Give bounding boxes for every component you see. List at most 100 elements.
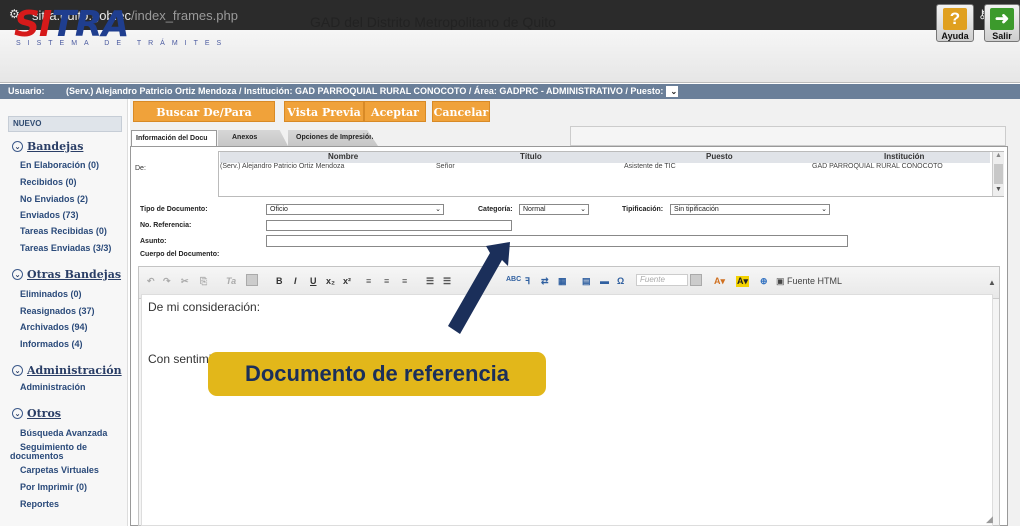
row-titulo: Señor — [436, 163, 455, 170]
format-select[interactable]: Ta — [226, 276, 236, 286]
source-icon: ▣ — [776, 276, 788, 286]
tab-anexos[interactable]: Anexos — [218, 130, 288, 146]
row-nombre: (Serv.) Alejandro Patricio Ortiz Mendoza — [220, 163, 345, 170]
align-left-icon[interactable]: ≡ — [366, 276, 371, 286]
bold-icon[interactable]: B — [276, 276, 283, 286]
section-bandejas[interactable]: ⌄ Bandejas — [12, 140, 83, 153]
categoria-select[interactable]: Normal ⌄ — [519, 204, 589, 215]
section-otros-title: Otros — [27, 407, 61, 420]
sidebar-item-no-enviados[interactable]: No Enviados (2) — [20, 194, 88, 204]
font-dropdown-icon[interactable] — [690, 274, 702, 286]
row-puesto: Asistente de TIC — [624, 163, 676, 170]
text-color-icon[interactable]: A▾ — [714, 276, 725, 287]
source-html-button[interactable]: ▣ Fuente HTML — [776, 276, 842, 287]
tipo-label: Tipo de Documento: — [140, 206, 208, 213]
scroll-up-icon[interactable]: ▲ — [995, 152, 1002, 159]
vista-previa-button[interactable]: Vista Previa — [284, 101, 364, 122]
buscar-de-para-button[interactable]: Buscar De/Para — [133, 101, 275, 122]
numbered-list-icon[interactable]: ☰ — [426, 276, 434, 287]
user-bar: Usuario: (Serv.) Alejandro Patricio Orti… — [0, 84, 1020, 99]
aceptar-button[interactable]: Aceptar — [364, 101, 426, 122]
sidebar-item-por-imprimir[interactable]: Por Imprimir (0) — [20, 482, 87, 492]
scroll-thumb[interactable] — [994, 164, 1003, 184]
sidebar-item-tareas-enviadas[interactable]: Tareas Enviadas (3/3) — [20, 243, 111, 253]
resize-handle-icon[interactable]: ◢ — [986, 514, 993, 525]
sidebar-item-enviados[interactable]: Enviados (73) — [20, 210, 79, 220]
table-icon[interactable]: ▤ — [582, 276, 591, 287]
exit-button[interactable]: ➜ Salir — [984, 4, 1020, 42]
de-label: De: — [135, 165, 146, 172]
sidebar-item-carpetas[interactable]: Carpetas Virtuales — [20, 465, 99, 475]
help-button[interactable]: ? Ayuda — [936, 4, 974, 42]
sidebar-item-archivados[interactable]: Archivados (94) — [20, 322, 88, 332]
toolbar-collapse-icon[interactable]: ▲ — [988, 278, 996, 287]
exit-icon: ➜ — [990, 8, 1014, 30]
tipificacion-label: Tipificación: — [622, 206, 664, 213]
tipificacion-select[interactable]: Sin tipificación ⌄ — [670, 204, 830, 215]
special-char-icon[interactable]: Ω — [617, 276, 624, 286]
tab-informacion[interactable]: Información del Docu — [131, 130, 217, 146]
sidebar-item-informados[interactable]: Informados (4) — [20, 339, 83, 349]
redo-icon[interactable]: ↷ — [163, 276, 171, 287]
sidebar-item-eliminados[interactable]: Eliminados (0) — [20, 289, 82, 299]
chevron-down-icon[interactable]: ⌄ — [666, 86, 679, 98]
sidebar-item-administracion[interactable]: Administración — [20, 382, 86, 392]
underline-icon[interactable]: U — [310, 276, 317, 286]
grid-scrollbar[interactable]: ▲ ▼ — [992, 152, 1004, 196]
link-icon[interactable]: ⊕ — [760, 276, 768, 287]
referencia-input[interactable] — [266, 220, 512, 231]
cancelar-button[interactable]: Cancelar — [432, 101, 490, 122]
italic-icon[interactable]: I — [294, 276, 297, 286]
sidebar-item-reportes[interactable]: Reportes — [20, 499, 59, 509]
cut-icon[interactable]: ✂ — [181, 276, 189, 287]
chevron-down-icon: ⌄ — [12, 408, 23, 419]
sidebar-item-recibidos[interactable]: Recibidos (0) — [20, 177, 77, 187]
cuerpo-label: Cuerpo del Documento: — [140, 251, 220, 258]
tipo-select[interactable]: Oficio ⌄ — [266, 204, 444, 215]
tab-opciones-impresion[interactable]: Opciones de Impresión — [288, 130, 378, 146]
url-path: /index_frames.php — [131, 8, 238, 23]
annotation-badge: Documento de referencia — [208, 352, 546, 396]
question-icon: ? — [943, 8, 967, 30]
align-center-icon[interactable]: ≡ — [384, 276, 389, 286]
sidebar-item-seguimiento-cont[interactable]: documentos — [10, 451, 64, 461]
source-html-label: Fuente HTML — [787, 276, 843, 286]
format-dropdown-icon[interactable] — [246, 274, 258, 286]
table-row[interactable]: (Serv.) Alejandro Patricio Ortiz Mendoza… — [220, 163, 990, 193]
paste-icon[interactable]: ⎘ — [200, 276, 207, 287]
section-otros[interactable]: ⌄ Otros — [12, 407, 61, 420]
user-info: (Serv.) Alejandro Patricio Ortiz Mendoza… — [66, 86, 664, 96]
subscript-icon[interactable]: x₂ — [326, 276, 335, 286]
section-administracion[interactable]: ⌄ Administración — [12, 364, 122, 377]
scroll-down-icon[interactable]: ▼ — [995, 186, 1002, 193]
editor-line-1: De mi consideración: — [148, 300, 261, 314]
logo-subtitle: SISTEMA DE TRÁMITES — [16, 40, 229, 47]
sidebar-item-reasignados[interactable]: Reasignados (37) — [20, 306, 95, 316]
sidebar-item-busqueda-avanzada[interactable]: Búsqueda Avanzada — [20, 428, 107, 438]
help-label: Ayuda — [941, 31, 969, 41]
row-institucion: GAD PARROQUIAL RURAL CONOCOTO — [812, 163, 943, 170]
annotation-arrow-icon — [448, 242, 510, 334]
horizontal-rule-icon[interactable]: ▬ — [600, 276, 609, 286]
nuevo-button[interactable]: NUEVO — [8, 116, 122, 132]
chevron-down-icon: ⌄ — [12, 269, 23, 280]
align-right-icon[interactable]: ≡ — [402, 276, 407, 286]
categoria-value: Normal — [523, 206, 546, 213]
superscript-icon[interactable]: x² — [343, 276, 351, 286]
chevron-down-icon: ⌄ — [821, 206, 827, 213]
asunto-label: Asunto: — [140, 238, 167, 245]
exit-label: Salir — [992, 31, 1012, 41]
undo-icon[interactable]: ↶ — [147, 276, 155, 287]
section-bandejas-title: Bandejas — [27, 140, 84, 153]
col-institucion: Institución — [884, 152, 925, 161]
referencia-label: No. Referencia: — [140, 222, 192, 229]
sidebar-item-tareas-recibidas[interactable]: Tareas Recibidas (0) — [20, 226, 107, 236]
categoria-label: Categoría: — [478, 206, 513, 213]
section-otras-bandejas[interactable]: ⌄ Otras Bandejas — [12, 268, 121, 281]
chevron-down-icon: ⌄ — [435, 206, 441, 213]
app-header — [0, 30, 1020, 83]
user-info-select[interactable]: (Serv.) Alejandro Patricio Ortiz Mendoza… — [66, 84, 679, 99]
highlight-color-icon[interactable]: A▾ — [736, 276, 750, 287]
sidebar-item-en-elaboracion[interactable]: En Elaboración (0) — [20, 160, 99, 170]
font-select[interactable]: Fuente — [636, 274, 688, 286]
